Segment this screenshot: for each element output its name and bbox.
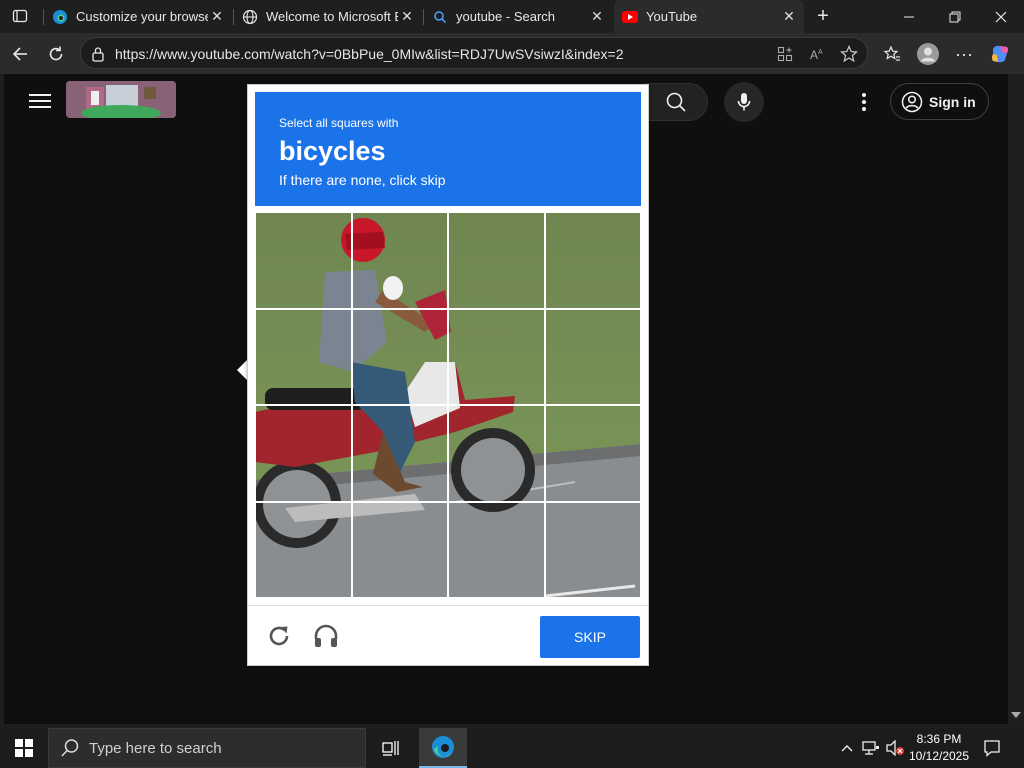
- tab-welcome[interactable]: Welcome to Microsoft Ed ✕: [234, 0, 422, 33]
- tab-title: youtube - Search: [456, 9, 556, 24]
- captcha-tile[interactable]: [448, 501, 545, 598]
- edge-icon: [52, 9, 68, 25]
- favorite-star-icon[interactable]: [839, 44, 859, 64]
- captcha-tile[interactable]: [544, 501, 641, 598]
- clock-date: 10/12/2025: [908, 749, 970, 763]
- minimize-button[interactable]: [886, 0, 932, 33]
- close-icon[interactable]: ✕: [398, 8, 416, 26]
- captcha-tile[interactable]: [351, 308, 448, 405]
- headphones-icon[interactable]: [312, 622, 340, 650]
- reload-icon[interactable]: [266, 623, 292, 649]
- captcha-target: bicycles: [279, 136, 386, 166]
- captcha-tile[interactable]: [255, 501, 352, 598]
- tab-title: YouTube: [646, 9, 698, 24]
- captcha-tile[interactable]: [448, 212, 545, 309]
- more-options-icon[interactable]: ···: [950, 40, 978, 68]
- close-window-button[interactable]: [978, 0, 1024, 33]
- url-text: https://www.youtube.com/watch?v=0BbPue_0…: [115, 46, 624, 62]
- captcha-footer: SKIP: [248, 605, 648, 666]
- captcha-tile[interactable]: [448, 308, 545, 405]
- clock-time: 8:36 PM: [916, 732, 962, 746]
- address-bar[interactable]: https://www.youtube.com/watch?v=0BbPue_0…: [80, 37, 868, 69]
- windows-start-icon[interactable]: [0, 728, 48, 768]
- voice-search-button[interactable]: [724, 82, 764, 122]
- captcha-tile[interactable]: [544, 212, 641, 309]
- browser-toolbar: https://www.youtube.com/watch?v=0BbPue_0…: [0, 33, 1024, 74]
- task-view-icon[interactable]: [368, 728, 416, 768]
- restore-button[interactable]: [932, 0, 978, 33]
- close-icon[interactable]: ✕: [208, 8, 226, 26]
- captcha-tile[interactable]: [448, 405, 545, 502]
- search-button[interactable]: [644, 83, 708, 121]
- profile-avatar[interactable]: [914, 40, 942, 68]
- tab-actions-icon[interactable]: [6, 4, 34, 28]
- captcha-tile[interactable]: [544, 405, 641, 502]
- copilot-icon[interactable]: [986, 40, 1014, 68]
- tab-youtube-search[interactable]: youtube - Search ✕: [424, 0, 612, 33]
- captcha-image-grid: [255, 212, 641, 598]
- app-available-icon[interactable]: [775, 44, 795, 64]
- show-hidden-icons-icon[interactable]: [836, 728, 858, 768]
- network-icon[interactable]: [860, 728, 882, 768]
- captcha-hint: If there are none, click skip: [279, 172, 446, 188]
- sign-in-label: Sign in: [929, 93, 976, 110]
- captcha-pointer-arrow: [237, 360, 247, 380]
- settings-more-icon[interactable]: [852, 88, 876, 116]
- close-icon[interactable]: ✕: [780, 8, 798, 26]
- new-tab-button[interactable]: +: [812, 5, 834, 27]
- taskbar-search-placeholder: Type here to search: [89, 739, 222, 757]
- youtube-doodle-logo[interactable]: [66, 81, 176, 118]
- menu-icon[interactable]: [26, 90, 54, 114]
- svg-text:A: A: [818, 49, 823, 56]
- captcha-tile[interactable]: [351, 405, 448, 502]
- tab-title: Welcome to Microsoft Ed: [266, 9, 398, 24]
- globe-icon: [242, 9, 258, 25]
- screen: Customize your browser ✕ Welcome to Micr…: [0, 0, 1024, 768]
- youtube-icon: [622, 9, 638, 25]
- captcha-tile[interactable]: [351, 501, 448, 598]
- favorites-icon[interactable]: [878, 40, 906, 68]
- back-button[interactable]: [6, 40, 34, 68]
- captcha-tile[interactable]: [351, 212, 448, 309]
- skip-button[interactable]: SKIP: [540, 616, 640, 658]
- taskbar-search-box[interactable]: Type here to search: [48, 728, 366, 768]
- search-icon: [432, 9, 448, 25]
- captcha-instructions: Select all squares with bicycles If ther…: [255, 92, 641, 206]
- lock-icon[interactable]: [89, 45, 107, 63]
- captcha-instruction-small: Select all squares with: [279, 116, 399, 130]
- svg-text:A: A: [810, 48, 818, 62]
- edge-taskbar-icon[interactable]: [419, 728, 467, 768]
- captcha-tile[interactable]: [255, 308, 352, 405]
- windows-taskbar: Type here to search 8:36 PM 10/12/2025: [0, 728, 1024, 768]
- sign-in-button[interactable]: Sign in: [890, 83, 989, 120]
- captcha-tile[interactable]: [255, 212, 352, 309]
- account-circle-icon: [901, 91, 923, 112]
- tab-youtube[interactable]: YouTube ✕: [614, 0, 804, 33]
- search-icon: [61, 739, 79, 757]
- clock[interactable]: 8:36 PM 10/12/2025: [900, 731, 978, 765]
- captcha-tile[interactable]: [255, 405, 352, 502]
- notifications-icon[interactable]: [980, 728, 1004, 768]
- close-icon[interactable]: ✕: [588, 8, 606, 26]
- captcha-tile[interactable]: [544, 308, 641, 405]
- tab-title: Customize your browser: [76, 9, 208, 24]
- scroll-down-arrow-icon[interactable]: [1011, 712, 1021, 718]
- page-scrollbar[interactable]: [1008, 74, 1024, 724]
- read-aloud-icon[interactable]: AA: [807, 44, 827, 64]
- refresh-button[interactable]: [42, 40, 70, 68]
- tab-strip: Customize your browser ✕ Welcome to Micr…: [0, 0, 1024, 33]
- captcha-challenge: Select all squares with bicycles If ther…: [247, 84, 649, 666]
- tab-customize[interactable]: Customize your browser ✕: [44, 0, 232, 33]
